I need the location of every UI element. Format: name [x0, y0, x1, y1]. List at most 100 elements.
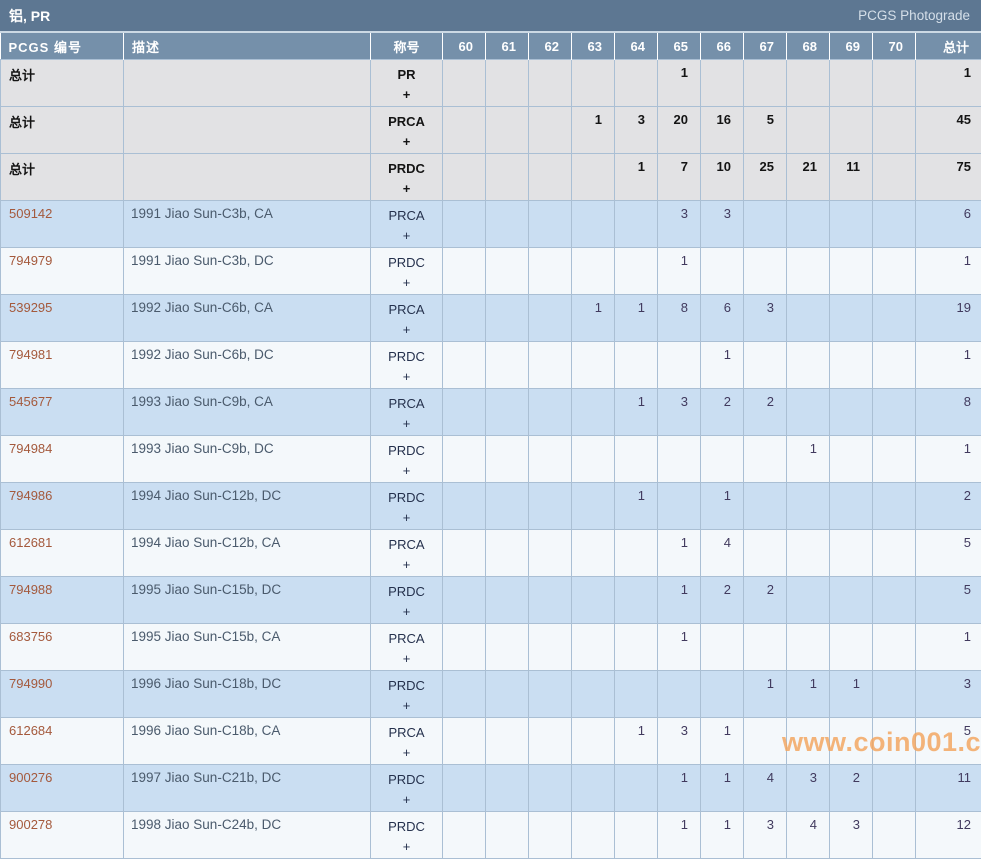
pcgs-number-link[interactable]: 612684: [9, 723, 52, 738]
grade-count-cell: 1: [658, 530, 701, 577]
grade-count-cell: [830, 718, 873, 765]
grade-count-cell: [572, 201, 615, 248]
pcgs-number-link[interactable]: 509142: [9, 206, 52, 221]
grade-count-cell: [873, 201, 916, 248]
total-cell: 5: [916, 530, 981, 577]
grade-count-cell: 2: [701, 389, 744, 436]
grade-count-cell: [787, 201, 830, 248]
grade-count-cell: [830, 624, 873, 671]
pcgs-number-link[interactable]: 545677: [9, 394, 52, 409]
grade-count-cell: [701, 671, 744, 718]
plus-sign: +: [371, 320, 442, 340]
pcgs-number-link[interactable]: 683756: [9, 629, 52, 644]
grade-count-cell: [443, 248, 486, 295]
grade-count-cell: [529, 436, 572, 483]
grade-count-cell: [486, 765, 529, 812]
designation-cell: PRCA+: [371, 624, 443, 671]
grade-count-cell: [830, 201, 873, 248]
grade-count-cell: [529, 60, 572, 107]
grade-count-cell: [572, 624, 615, 671]
grade-count-cell: 8: [658, 295, 701, 342]
grade-count-cell: 1: [830, 671, 873, 718]
grade-count-cell: 2: [744, 577, 787, 624]
total-cell: 1: [916, 624, 981, 671]
grade-count-cell: [787, 295, 830, 342]
column-header: 65: [658, 33, 701, 60]
grade-count-cell: 1: [658, 812, 701, 859]
grade-count-cell: [787, 248, 830, 295]
grade-count-cell: 1: [615, 483, 658, 530]
designation-label: PRCA: [371, 629, 442, 649]
grade-count-cell: 3: [658, 389, 701, 436]
pcgs-number-link[interactable]: 794986: [9, 488, 52, 503]
grade-count-cell: [658, 436, 701, 483]
grade-count-cell: [486, 624, 529, 671]
grade-count-cell: 3: [615, 107, 658, 154]
grade-count-cell: [787, 530, 830, 577]
grade-count-cell: [744, 483, 787, 530]
designation-label: PRCA: [371, 300, 442, 320]
total-cell: 1: [916, 436, 981, 483]
grade-count-cell: [486, 718, 529, 765]
grade-count-cell: [830, 389, 873, 436]
grade-count-cell: [787, 389, 830, 436]
grade-count-cell: [873, 154, 916, 201]
grade-count-cell: [443, 483, 486, 530]
grade-count-cell: [529, 812, 572, 859]
column-header: 描述: [124, 33, 371, 60]
pcgs-number-link[interactable]: 612681: [9, 535, 52, 550]
designation-label: PRDC: [371, 770, 442, 790]
pcgs-number-link[interactable]: 794981: [9, 347, 52, 362]
designation-cell: PRDC+: [371, 483, 443, 530]
grade-count-cell: [615, 577, 658, 624]
pcgs-number-link[interactable]: 794984: [9, 441, 52, 456]
pcgs-number-link[interactable]: 794990: [9, 676, 52, 691]
plus-sign: +: [371, 837, 442, 857]
pcgs-number-link[interactable]: 794979: [9, 253, 52, 268]
grade-count-cell: [873, 389, 916, 436]
grade-count-cell: [615, 436, 658, 483]
pcgs-number-link[interactable]: 794988: [9, 582, 52, 597]
description-cell: [124, 154, 371, 201]
column-header: 64: [615, 33, 658, 60]
grade-count-cell: [701, 436, 744, 483]
grade-count-cell: 4: [744, 765, 787, 812]
description-cell: 1994 Jiao Sun-C12b, DC: [124, 483, 371, 530]
table-row: 7949811992 Jiao Sun-C6b, DCPRDC+11: [1, 342, 981, 389]
plus-sign: +: [371, 790, 442, 810]
grade-count-cell: 1: [744, 671, 787, 718]
designation-label: PRDC: [371, 441, 442, 461]
grade-count-cell: [830, 577, 873, 624]
pcgs-number-link[interactable]: 539295: [9, 300, 52, 315]
grade-count-cell: [529, 671, 572, 718]
grade-count-cell: [486, 154, 529, 201]
pcgs-number-link[interactable]: 900276: [9, 770, 52, 785]
designation-label: PRCA: [371, 394, 442, 414]
grade-count-cell: [830, 342, 873, 389]
plus-sign: +: [371, 649, 442, 669]
grade-count-cell: [744, 624, 787, 671]
plus-sign: +: [371, 743, 442, 763]
description-cell: 1994 Jiao Sun-C12b, CA: [124, 530, 371, 577]
column-header: 61: [486, 33, 529, 60]
grade-count-cell: [572, 389, 615, 436]
description-cell: 1992 Jiao Sun-C6b, DC: [124, 342, 371, 389]
description-cell: 1993 Jiao Sun-C9b, DC: [124, 436, 371, 483]
pcgs-number-link[interactable]: 900278: [9, 817, 52, 832]
photograde-link[interactable]: PCGS Photograde: [858, 8, 970, 23]
grade-count-cell: 3: [787, 765, 830, 812]
grade-count-cell: 20: [658, 107, 701, 154]
column-header: 总计: [916, 33, 981, 60]
grade-count-cell: [443, 389, 486, 436]
grade-count-cell: [486, 389, 529, 436]
designation-cell: PRCA+: [371, 718, 443, 765]
total-cell: 1: [916, 60, 981, 107]
designation-cell: PRCA+: [371, 389, 443, 436]
grade-count-cell: [873, 107, 916, 154]
grade-count-cell: [486, 60, 529, 107]
grade-count-cell: 3: [744, 295, 787, 342]
grade-count-cell: [615, 624, 658, 671]
plus-sign: +: [371, 367, 442, 387]
grade-count-cell: [572, 671, 615, 718]
grade-count-cell: [486, 483, 529, 530]
